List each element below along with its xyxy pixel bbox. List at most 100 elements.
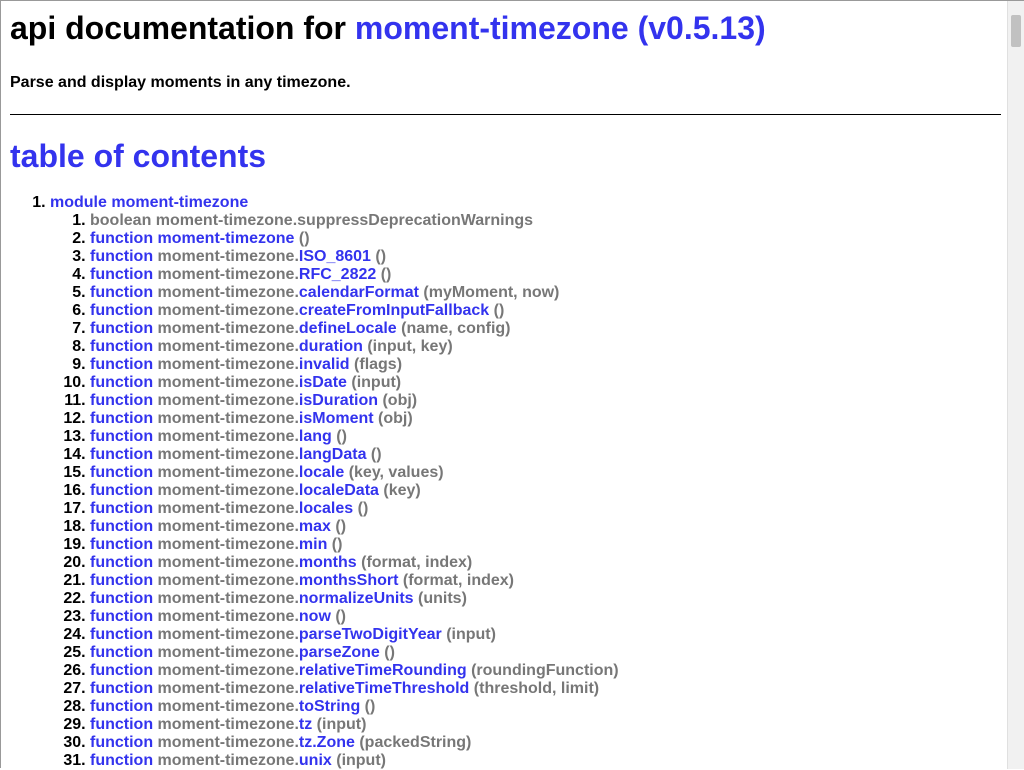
member-kind: function xyxy=(90,356,154,373)
member-namespace: moment-timezone. xyxy=(157,662,299,679)
member-args: (threshold, limit) xyxy=(473,680,600,697)
member-args: (name, config) xyxy=(401,320,511,337)
member-namespace: moment-timezone. xyxy=(157,572,299,589)
member-args: (packedString) xyxy=(359,734,472,751)
member-link[interactable]: locale xyxy=(299,464,344,481)
member-link[interactable]: unix xyxy=(299,752,332,769)
package-description: Parse and display moments in any timezon… xyxy=(10,74,351,91)
member-kind: function xyxy=(90,428,154,445)
module-link[interactable]: module moment-timezone xyxy=(50,194,248,211)
member-args: (input) xyxy=(336,752,386,769)
member-args: (myMoment, now) xyxy=(423,284,560,301)
member-args: (key, values) xyxy=(348,464,444,481)
member-kind: function xyxy=(90,680,154,697)
member-link[interactable]: lang xyxy=(299,428,332,445)
member-namespace: moment-timezone. xyxy=(157,500,299,517)
member-kind: function xyxy=(90,518,154,535)
toc-member-item: function moment-timezone.parseZone () xyxy=(90,644,1001,662)
member-namespace: moment-timezone. xyxy=(157,266,299,283)
member-link[interactable]: createFromInputFallback xyxy=(299,302,489,319)
member-link[interactable]: calendarFormat xyxy=(299,284,419,301)
member-kind: function xyxy=(90,716,154,733)
package-link[interactable]: moment-timezone (v0.5.13) xyxy=(355,10,766,46)
toc-member-item: function moment-timezone.createFromInput… xyxy=(90,302,1001,320)
member-link[interactable]: localeData xyxy=(299,482,379,499)
member-namespace: moment-timezone. xyxy=(157,554,299,571)
member-namespace: moment-timezone. xyxy=(157,338,299,355)
vertical-scrollbar[interactable] xyxy=(1007,1,1024,769)
module-keyword: module xyxy=(50,194,107,211)
toc-member-item: function moment-timezone.tz.Zone (packed… xyxy=(90,734,1001,752)
toc-member-item: function moment-timezone.tz (input) xyxy=(90,716,1001,734)
divider xyxy=(10,114,1001,115)
member-namespace: moment-timezone. xyxy=(157,518,299,535)
member-link[interactable]: isDate xyxy=(299,374,347,391)
member-link[interactable]: invalid xyxy=(299,356,350,373)
toc-member-item: function moment-timezone.invalid (flags) xyxy=(90,356,1001,374)
member-kind: function xyxy=(90,752,154,769)
member-link[interactable]: now xyxy=(299,608,331,625)
member-args: () xyxy=(357,500,369,517)
member-link[interactable]: tz xyxy=(299,716,312,733)
member-args: (input) xyxy=(316,716,367,733)
member-kind: function xyxy=(90,320,154,337)
member-namespace: moment-timezone. xyxy=(157,302,299,319)
toc-member-item: function moment-timezone.monthsShort (fo… xyxy=(90,572,1001,590)
member-kind: function xyxy=(90,536,154,553)
member-kind: function xyxy=(90,734,154,751)
member-namespace: moment-timezone. xyxy=(157,464,299,481)
member-kind: function xyxy=(90,374,154,391)
toc-member-item: function moment-timezone.relativeTimeThr… xyxy=(90,680,1001,698)
toc-member-item: function moment-timezone.lang () xyxy=(90,428,1001,446)
member-args: (format, index) xyxy=(402,572,515,589)
toc-member-item: function moment-timezone.isDuration (obj… xyxy=(90,392,1001,410)
member-args: (units) xyxy=(418,590,467,607)
member-link[interactable]: duration xyxy=(299,338,363,355)
member-link[interactable]: RFC_2822 xyxy=(299,266,376,283)
member-link[interactable]: max xyxy=(299,518,331,535)
toc-member-item: function moment-timezone.isDate (input) xyxy=(90,374,1001,392)
member-kind: function xyxy=(90,482,154,499)
member-kind: function xyxy=(90,266,154,283)
member-link[interactable]: isDuration xyxy=(299,392,378,409)
member-link[interactable]: langData xyxy=(299,446,367,463)
member-link[interactable]: ISO_8601 xyxy=(299,248,371,265)
toc-member-item: function moment-timezone.normalizeUnits … xyxy=(90,590,1001,608)
member-args: () xyxy=(298,230,310,247)
scroll-thumb[interactable] xyxy=(1011,15,1021,47)
member-kind: function xyxy=(90,392,154,409)
member-link[interactable]: min xyxy=(299,536,327,553)
member-link[interactable]: moment-timezone xyxy=(158,230,295,247)
member-link[interactable]: tz.Zone xyxy=(299,734,355,751)
toc-member-item: function moment-timezone.relativeTimeRou… xyxy=(90,662,1001,680)
member-link[interactable]: months xyxy=(299,554,357,571)
member-link[interactable]: relativeTimeThreshold xyxy=(299,680,469,697)
member-link[interactable]: normalizeUnits xyxy=(299,590,414,607)
member-namespace: moment-timezone.suppressDeprecationWarni… xyxy=(155,212,534,229)
member-link[interactable]: defineLocale xyxy=(299,320,397,337)
member-kind: function xyxy=(90,500,154,517)
member-kind: function xyxy=(90,446,154,463)
member-link[interactable]: locales xyxy=(299,500,353,517)
member-link[interactable]: monthsShort xyxy=(299,572,399,589)
toc-member-item: function moment-timezone.localeData (key… xyxy=(90,482,1001,500)
member-link[interactable]: isMoment xyxy=(299,410,374,427)
member-link[interactable]: parseTwoDigitYear xyxy=(299,626,442,643)
member-kind: function xyxy=(90,590,154,607)
toc-member-item: function moment-timezone.now () xyxy=(90,608,1001,626)
toc-member-item: function moment-timezone.defineLocale (n… xyxy=(90,320,1001,338)
toc-heading: table of contents xyxy=(10,138,267,174)
member-link[interactable]: relativeTimeRounding xyxy=(299,662,467,679)
member-kind: function xyxy=(90,284,154,301)
member-namespace: moment-timezone. xyxy=(157,356,299,373)
member-namespace: moment-timezone. xyxy=(157,428,299,445)
member-namespace: moment-timezone. xyxy=(157,482,299,499)
member-kind: function xyxy=(90,554,154,571)
member-namespace: moment-timezone. xyxy=(157,374,299,391)
member-args: () xyxy=(364,698,376,715)
member-link[interactable]: parseZone xyxy=(299,644,380,661)
member-args: () xyxy=(384,644,395,661)
member-args: (input) xyxy=(446,626,496,643)
member-kind: function xyxy=(90,698,154,715)
member-link[interactable]: toString xyxy=(299,698,360,715)
